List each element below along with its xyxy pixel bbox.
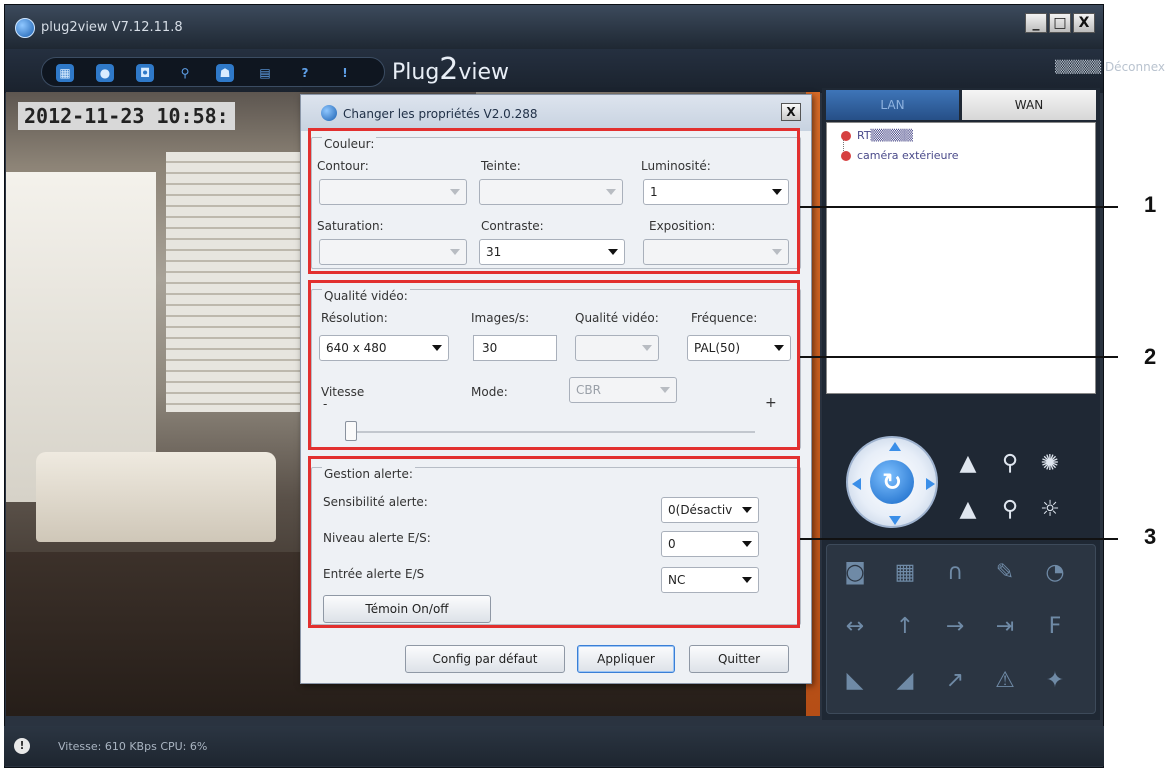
ptz-control[interactable]: ↻	[846, 436, 938, 528]
headphones-icon[interactable]: ∩	[939, 557, 971, 589]
ptz-right-icon[interactable]	[926, 478, 935, 490]
brightness-down-icon[interactable]: ☼	[1036, 496, 1064, 524]
status-bar: ! Vitesse: 610 KBps CPU: 6%	[4, 726, 1104, 766]
ptz-up-icon[interactable]	[889, 442, 901, 451]
focus-down-icon[interactable]: ▲	[954, 496, 982, 524]
callout-line-3	[800, 538, 1118, 540]
pan-vertical-icon[interactable]: ↑	[889, 611, 921, 643]
highlight-box-3	[308, 456, 800, 628]
alert-icon[interactable]: ⚠	[989, 665, 1021, 697]
save-icon[interactable]: ▤	[256, 64, 274, 82]
help-icon[interactable]: ?	[296, 64, 314, 82]
dialog-title-bar: Changer les propriétés V2.0.288 X	[301, 95, 811, 131]
device-pin-icon	[841, 131, 851, 141]
camera-icon[interactable]: ●	[96, 64, 114, 82]
brand-prefix: Plug	[392, 60, 440, 85]
flip-icon[interactable]: ◢	[889, 665, 921, 697]
highlight-box-2	[308, 280, 800, 450]
snapshot-icon[interactable]: ◘	[136, 64, 154, 82]
callout-line-2	[800, 356, 1118, 358]
record-icon[interactable]: ▦	[889, 557, 921, 589]
callout-number-2: 2	[1144, 344, 1157, 369]
pan-horizontal-icon[interactable]: ↔	[839, 611, 871, 643]
focus-up-icon[interactable]: ▲	[954, 450, 982, 478]
tree-item-device[interactable]: RT▒▒▒▒▒	[857, 129, 913, 142]
callout-number-3: 3	[1144, 524, 1157, 549]
window-title: plug2view V7.12.11.8	[41, 20, 183, 35]
dialog-title: Changer les propriétés V2.0.288	[343, 107, 538, 121]
minimize-button[interactable]: _	[1025, 13, 1047, 33]
ptz-left-icon[interactable]	[852, 478, 861, 490]
app-logo-icon	[15, 18, 35, 38]
camera-pin-icon	[841, 151, 851, 161]
brand-logo: Plug2view	[392, 52, 509, 87]
microphone-icon[interactable]: ✎	[989, 557, 1021, 589]
chart-up-icon[interactable]: ↗	[939, 665, 971, 697]
brand-suffix: view	[458, 60, 510, 85]
user-logout-link[interactable]: ▒▒▒▒▒ Déconnex	[1055, 60, 1165, 74]
dialog-logo-icon	[321, 105, 337, 121]
flag-icon[interactable]: F	[1039, 611, 1071, 643]
arrow-right-icon[interactable]: →	[939, 611, 971, 643]
tab-lan[interactable]: LAN	[826, 90, 959, 120]
video-timestamp: 2012-11-23 10:58:	[18, 102, 235, 130]
highlight-box-1	[308, 128, 800, 274]
brand-two: 2	[439, 52, 459, 87]
mirror-icon[interactable]: ◣	[839, 665, 871, 697]
wrench-icon[interactable]: ✦	[1039, 665, 1071, 697]
zoom-out-icon[interactable]: ⚲	[996, 450, 1024, 478]
enter-icon[interactable]: ⇥	[989, 611, 1021, 643]
info-icon[interactable]: !	[336, 64, 354, 82]
appliquer-button[interactable]: Appliquer	[577, 645, 675, 673]
status-info-icon: !	[14, 738, 30, 754]
scene-sofa	[36, 452, 276, 542]
title-bar: plug2view V7.12.11.8 _ □ X	[5, 5, 1103, 49]
photo-icon[interactable]: ◙	[839, 557, 871, 589]
dialog-close-button[interactable]: X	[781, 103, 801, 121]
tools-grid: ◙ ▦ ∩ ✎ ◔ ↔ ↑ → ⇥ F ◣ ◢ ↗ ⚠ ✦	[826, 544, 1096, 714]
config-defaut-button[interactable]: Config par défaut	[405, 645, 565, 673]
search-icon[interactable]: ⚲	[176, 64, 194, 82]
ptz-center-refresh-icon[interactable]: ↻	[870, 460, 914, 504]
quitter-button[interactable]: Quitter	[689, 645, 789, 673]
toolbar: ▦ ● ◘ ⚲ ☗ ▤ ? !	[5, 49, 1103, 93]
user-icon[interactable]: ☗	[216, 64, 234, 82]
close-button[interactable]: X	[1073, 13, 1095, 33]
right-panel: LAN WAN RT▒▒▒▒▒ caméra extérieure ↻ ▲ ⚲ …	[822, 88, 1100, 720]
status-text: Vitesse: 610 KBps CPU: 6%	[58, 740, 208, 753]
callout-line-1	[800, 206, 1118, 208]
ptz-down-icon[interactable]	[889, 516, 901, 525]
zoom-in-icon[interactable]: ⚲	[996, 496, 1024, 524]
tab-wan[interactable]: WAN	[962, 90, 1096, 120]
brightness-up-icon[interactable]: ✺	[1036, 450, 1064, 478]
callout-number-1: 1	[1144, 192, 1157, 217]
device-tree: RT▒▒▒▒▒ caméra extérieure	[826, 122, 1096, 394]
grid-icon[interactable]: ▦	[56, 64, 74, 82]
toolbar-icon-group: ▦ ● ◘ ⚲ ☗ ▤ ? !	[41, 57, 385, 87]
maximize-button[interactable]: □	[1049, 13, 1071, 33]
timer-icon[interactable]: ◔	[1039, 557, 1071, 589]
tree-item-camera[interactable]: caméra extérieure	[857, 149, 959, 162]
